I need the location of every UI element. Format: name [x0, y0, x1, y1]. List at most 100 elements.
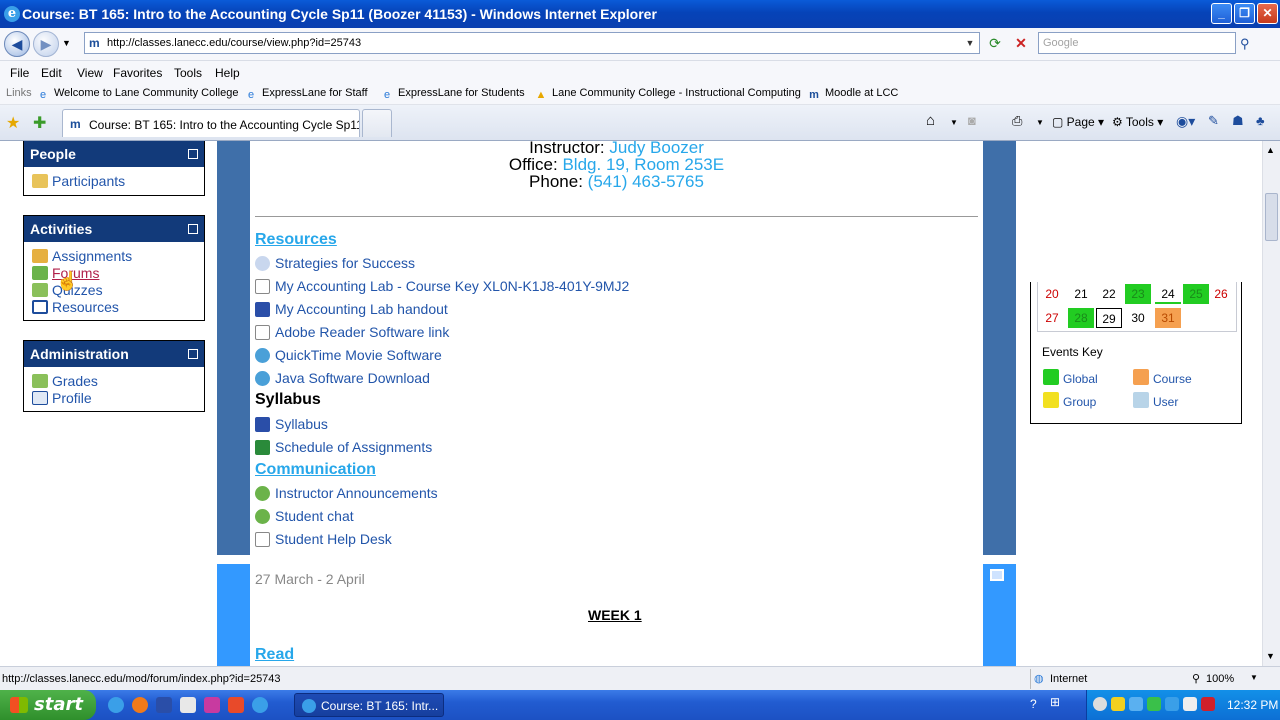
tray-icon[interactable] — [1129, 697, 1143, 711]
calendar-day[interactable]: 27 — [1039, 308, 1065, 328]
calendar-day-event[interactable]: 31 — [1155, 308, 1181, 328]
address-dropdown-icon[interactable]: ▼ — [963, 35, 977, 51]
link-moodle[interactable]: m Moodle at LCC — [807, 87, 898, 102]
communication-link[interactable]: Instructor Announcements — [255, 485, 438, 501]
research-icon[interactable]: ✎ — [1208, 113, 1219, 129]
quicklaunch-desktop-icon[interactable] — [180, 697, 196, 713]
calendar-day[interactable]: 26 — [1208, 284, 1234, 304]
quicklaunch-word-icon[interactable] — [156, 697, 172, 713]
resource-link[interactable]: Java Software Download — [255, 370, 430, 386]
search-icon[interactable]: ⚲ — [1240, 36, 1250, 52]
quicklaunch-ie2-icon[interactable] — [252, 697, 268, 713]
menu-view[interactable]: View — [77, 66, 103, 80]
resource-link[interactable]: Strategies for Success — [255, 255, 415, 271]
tray-icon[interactable] — [1111, 697, 1125, 711]
print-icon[interactable]: ⎙ — [1012, 113, 1022, 129]
help-tray-icon[interactable]: ? — [1030, 697, 1037, 711]
tools-menu[interactable]: ⚙ Tools ▾ — [1112, 115, 1163, 129]
menu-tools[interactable]: Tools — [174, 66, 202, 80]
close-button[interactable]: ✕ — [1257, 3, 1278, 24]
calendar-today[interactable]: 29 — [1096, 308, 1122, 328]
minimize-button[interactable]: _ — [1211, 3, 1232, 24]
history-dropdown-icon[interactable]: ▼ — [62, 38, 71, 48]
maximize-button[interactable]: ❐ — [1234, 3, 1255, 24]
resources-link[interactable]: Resources — [32, 299, 119, 315]
key-course[interactable]: Course — [1133, 369, 1192, 386]
tab-course[interactable]: m Course: BT 165: Intro to the Accountin… — [62, 109, 360, 137]
vertical-scrollbar[interactable]: ▲ ▼ — [1262, 141, 1280, 666]
resource-link[interactable]: My Accounting Lab - Course Key XL0N-K1J8… — [255, 278, 629, 294]
resource-link[interactable]: QuickTime Movie Software — [255, 347, 442, 363]
calendar-day[interactable]: 24 — [1155, 284, 1181, 304]
help-icon[interactable]: ◉▾ — [1176, 113, 1195, 130]
tray-icon[interactable] — [1165, 697, 1179, 711]
link-expresslane-students[interactable]: e ExpressLane for Students — [380, 87, 525, 102]
collapse-icon[interactable] — [188, 149, 198, 159]
key-group[interactable]: Group — [1043, 392, 1096, 409]
communication-link[interactable]: Student chat — [255, 508, 354, 524]
link-expresslane-staff[interactable]: e ExpressLane for Staff — [244, 87, 368, 102]
calendar-day[interactable]: 30 — [1125, 308, 1151, 328]
forward-button[interactable]: ▶ — [33, 31, 59, 57]
start-button[interactable]: start — [0, 690, 96, 720]
calendar-day[interactable]: 21 — [1068, 284, 1094, 304]
communication-heading[interactable]: Communication — [255, 461, 376, 479]
page-menu[interactable]: ▢ Page ▾ — [1052, 115, 1104, 129]
home-icon[interactable]: ⌂ — [926, 112, 935, 129]
speaker-tray-icon[interactable] — [1183, 697, 1197, 711]
link-lcc-instructional[interactable]: ▲ Lane Community College - Instructional … — [534, 87, 801, 102]
resource-link[interactable]: Adobe Reader Software link — [255, 324, 449, 340]
quicklaunch-firefox-icon[interactable] — [132, 697, 148, 713]
scroll-up-icon[interactable]: ▲ — [1266, 145, 1275, 155]
address-field[interactable]: m http://classes.lanecc.edu/course/view.… — [84, 32, 980, 54]
quicklaunch-app2-icon[interactable] — [228, 697, 244, 713]
calendar-day-event[interactable]: 28 — [1068, 308, 1094, 328]
taskbar-ie-window[interactable]: Course: BT 165: Intr... — [294, 693, 444, 717]
back-button[interactable]: ◀ — [4, 31, 30, 57]
resources-heading[interactable]: Resources — [255, 231, 337, 249]
read-heading[interactable]: Read — [255, 646, 294, 664]
refresh-icon[interactable]: ⟳ — [986, 35, 1004, 53]
scroll-down-icon[interactable]: ▼ — [1266, 651, 1275, 661]
resource-link[interactable]: My Accounting Lab handout — [255, 301, 448, 317]
profile-link[interactable]: Profile — [32, 390, 92, 406]
extra-icon[interactable]: ♣ — [1256, 113, 1265, 128]
menu-help[interactable]: Help — [215, 66, 240, 80]
calendar-day-event[interactable]: 25 — [1183, 284, 1209, 304]
feeds-icon[interactable]: ◙ — [968, 113, 976, 128]
print-dropdown-icon[interactable]: ▼ — [1036, 118, 1044, 127]
tray-icon[interactable] — [1093, 697, 1107, 711]
calendar-day-event[interactable]: 23 — [1125, 284, 1151, 304]
add-favorite-icon[interactable]: ✚ — [33, 113, 46, 133]
participants-link[interactable]: Participants — [32, 173, 125, 189]
menu-file[interactable]: File — [10, 66, 29, 80]
link-welcome[interactable]: e Welcome to Lane Community College — [36, 87, 239, 102]
calendar-day[interactable]: 22 — [1096, 284, 1122, 304]
quicklaunch-app-icon[interactable] — [204, 697, 220, 713]
zoom-dropdown-icon[interactable]: ▼ — [1250, 673, 1258, 682]
stop-icon[interactable]: ✕ — [1012, 35, 1030, 53]
new-tab-button[interactable] — [362, 109, 392, 137]
collapse-icon[interactable] — [188, 349, 198, 359]
menu-edit[interactable]: Edit — [41, 66, 62, 80]
week-highlight-icon[interactable] — [990, 569, 1004, 581]
scroll-thumb[interactable] — [1265, 193, 1278, 241]
schedule-link[interactable]: Schedule of Assignments — [255, 439, 432, 455]
search-input[interactable]: Google — [1038, 32, 1236, 54]
zoom-level[interactable]: 100% — [1206, 673, 1234, 685]
collapse-icon[interactable] — [188, 224, 198, 234]
home-dropdown-icon[interactable]: ▼ — [950, 118, 958, 127]
quicklaunch-ie-icon[interactable] — [108, 697, 124, 713]
zoom-icon[interactable]: ⚲ — [1192, 672, 1200, 685]
grades-link[interactable]: Grades — [32, 373, 98, 389]
key-global[interactable]: Global — [1043, 369, 1098, 386]
messenger-icon[interactable]: ☗ — [1232, 113, 1244, 129]
tray-icon[interactable] — [1201, 697, 1215, 711]
assignments-link[interactable]: Assignments — [32, 248, 132, 264]
menu-favorites[interactable]: Favorites — [113, 66, 162, 80]
syllabus-link[interactable]: Syllabus — [255, 416, 328, 432]
communication-link[interactable]: Student Help Desk — [255, 531, 392, 547]
tray-icon[interactable] — [1147, 697, 1161, 711]
key-user[interactable]: User — [1133, 392, 1178, 409]
language-icon[interactable]: ⊞ — [1050, 695, 1060, 709]
